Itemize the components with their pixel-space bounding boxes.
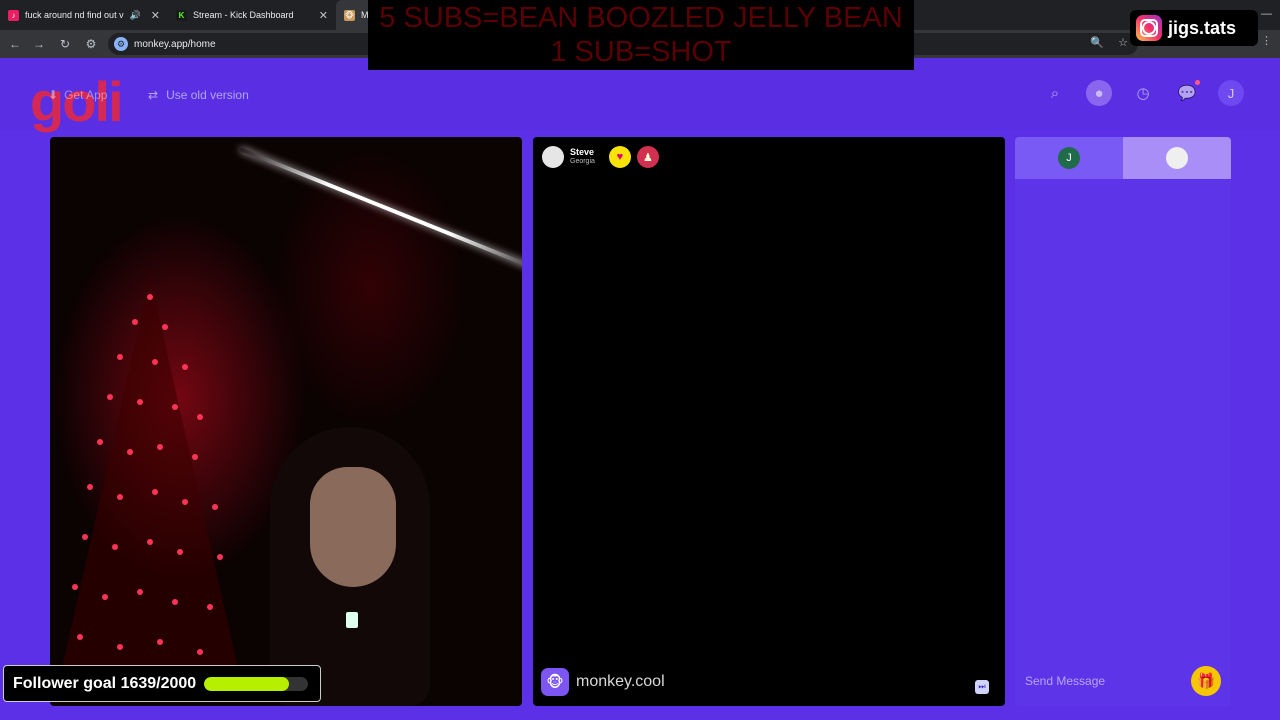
self-video-panel [50,137,522,706]
tab-title: fuck around nd find out vol [25,10,124,20]
light-streak [239,147,522,271]
reload-icon[interactable]: ↻ [54,33,76,55]
music-favicon-icon: ♪ [8,9,19,21]
switch-icon: ⇄ [148,88,159,102]
gift-icon[interactable]: 🎁 [1191,666,1221,696]
monkey-logo-icon: 🐵 [541,668,569,696]
history-icon[interactable]: ◷ [1130,80,1156,106]
download-icon: ⬇ [48,88,59,102]
zoom-icon[interactable]: 🔍 [1090,36,1104,49]
search-icon[interactable]: ⌕ [1042,80,1068,106]
coins-icon[interactable]: ● [1086,80,1112,106]
peer-info[interactable]: Steve Georgia ♥ ♟ [542,146,659,168]
goli-watermark-logo: goli [30,70,124,133]
chat-tabs: J [1015,137,1231,179]
back-icon[interactable]: ← [4,33,26,55]
notification-dot [1195,80,1200,85]
user-avatar[interactable]: J [1218,80,1244,106]
peer-text: Steve Georgia [570,147,595,167]
get-app-label: Get App [64,88,108,102]
forward-icon[interactable]: → [28,33,50,55]
follower-goal-fill [204,676,290,691]
chat-tab-self[interactable]: J [1015,137,1123,179]
monkey-favicon-icon: 🐵 [344,9,355,21]
menu-icon[interactable]: ⋮ [1261,34,1272,47]
omnibox-actions: 🔍 ☆ [1090,36,1128,49]
brand-text: monkey.cool [576,673,665,690]
chat-tab-peer[interactable] [1123,137,1231,179]
old-version-label: Use old version [166,88,249,102]
self-chat-avatar: J [1058,147,1080,169]
peer-avatar[interactable] [542,146,564,168]
browser-tab-music[interactable]: ♪ fuck around nd find out vol 🔊 ✕ [0,0,168,30]
kick-favicon-icon: K [176,9,187,21]
close-tab-icon[interactable]: ✕ [319,9,328,22]
site-info-icon[interactable]: ⚙ [114,37,128,51]
heart-badge-icon[interactable]: ♥ [608,146,631,168]
header-actions: ⌕ ● ◷ 💬 J [1042,80,1244,106]
url-text: monkey.app/home [134,38,216,50]
get-app-link[interactable]: ⬇ Get App [48,88,107,102]
instagram-handle: jigs.tats [1168,17,1237,38]
message-placeholder: Send Message [1025,674,1106,688]
extension-icon[interactable]: ⚙ [80,33,102,55]
tab-title: Stream - Kick Dashboard [193,10,294,20]
christmas-tree-lights [60,277,240,677]
speaker-icon[interactable]: 🔊 [130,10,141,21]
peer-chat-avatar [1166,147,1188,169]
minimize-icon[interactable]: — [1261,8,1272,20]
tab-title: M [361,10,368,20]
window-controls: — [1261,8,1272,20]
messages-icon[interactable]: 💬 [1174,80,1200,106]
subs-banner: 5 SUBS=BEAN BOOZLED JELLY BEAN 1 SUB=SHO… [368,0,914,70]
banner-line-2: 1 SUB=SHOT [550,36,732,68]
instagram-icon [1136,15,1162,41]
skip-icon[interactable]: ⏭ [975,680,989,694]
follower-goal-bar [204,676,309,691]
browser-tab-kick[interactable]: K Stream - Kick Dashboard ✕ [168,0,336,30]
chat-panel: J Send Message 🎁 [1015,137,1231,706]
old-version-link[interactable]: ⇄ Use old version [148,88,249,102]
peer-video-panel: Steve Georgia ♥ ♟ 🐵 monkey.cool ⏭ [533,137,1005,706]
peer-name: Steve [570,147,595,157]
banner-line-1: 5 SUBS=BEAN BOOZLED JELLY BEAN [379,2,903,34]
close-tab-icon[interactable]: ✕ [151,9,160,22]
brand-watermark: 🐵 monkey.cool [541,668,665,696]
peer-location: Georgia [570,158,595,165]
message-input[interactable]: Send Message 🎁 [1015,656,1231,706]
follower-goal-label: Follower goal 1639/2000 [13,674,197,692]
bookmark-star-icon[interactable]: ☆ [1118,36,1128,49]
figure-badge-icon[interactable]: ♟ [636,146,659,168]
follower-goal: Follower goal 1639/2000 [3,665,321,702]
instagram-overlay: jigs.tats [1130,10,1258,46]
